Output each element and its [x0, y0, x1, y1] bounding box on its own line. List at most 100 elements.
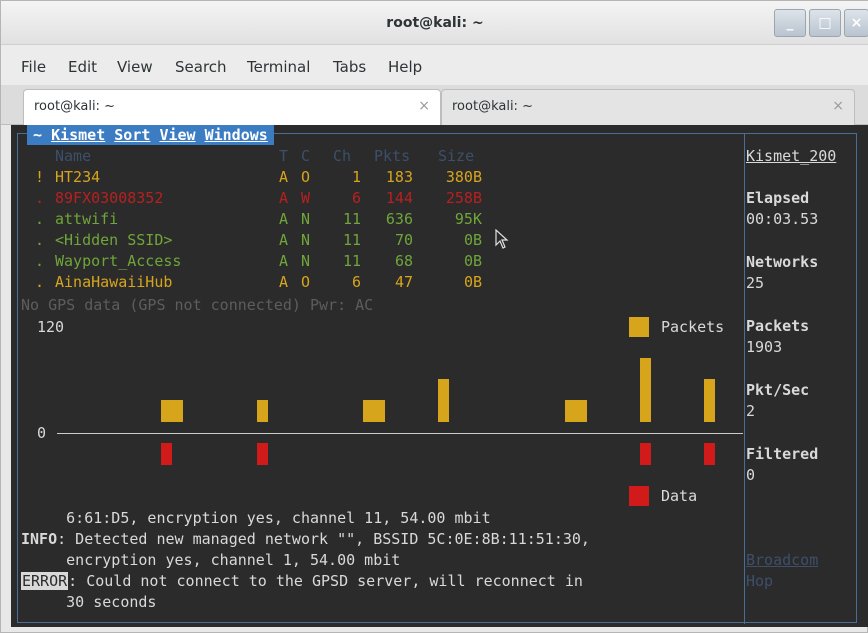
packets-label: Packets [746, 317, 810, 335]
pktsec-value: 2 [746, 402, 756, 420]
legend-data: Data [661, 487, 698, 505]
terminal-window: root@kali: ~ _ □ × File Edit View Search… [0, 0, 868, 633]
network-t: A [279, 252, 289, 270]
legend-data-swatch [629, 486, 649, 506]
packet-bar [161, 400, 183, 422]
menu-tabs[interactable]: Tabs [333, 58, 366, 76]
network-c: O [301, 168, 311, 186]
source-name: Broadcom [746, 551, 819, 569]
filtered-label: Filtered [746, 445, 819, 463]
log-line-4-text: : Could not connect to the GPSD server, … [68, 572, 583, 590]
menu-edit[interactable]: Edit [68, 58, 97, 76]
packet-bar [438, 379, 449, 422]
log-line-2-text: : Detected new managed network "", BSSID… [57, 530, 590, 548]
kismet-menu-view[interactable]: View [159, 126, 195, 144]
network-name: attwifi [55, 210, 119, 228]
col-c: C [301, 147, 311, 165]
log-line-5: 30 seconds [21, 593, 157, 611]
networks-label: Networks [746, 253, 819, 271]
tab-bar: root@kali: ~ × root@kali: ~ × [1, 85, 868, 126]
legend-packets: Packets [661, 318, 725, 336]
network-pkts: 636 [385, 210, 413, 228]
menu-terminal[interactable]: Terminal [247, 58, 310, 76]
network-flag: . [35, 231, 45, 249]
network-c: N [301, 231, 311, 249]
network-flag: . [35, 210, 45, 228]
network-pkts: 70 [394, 231, 413, 249]
network-name: 89FX03008352 [55, 189, 164, 207]
network-pkts: 183 [385, 168, 413, 186]
network-flag: . [35, 189, 45, 207]
network-ch: 6 [351, 189, 361, 207]
minimize-button[interactable]: _ [774, 9, 806, 37]
title-bar[interactable]: root@kali: ~ _ □ × [1, 1, 868, 45]
networks-value: 25 [746, 274, 765, 292]
gps-status: No GPS data (GPS not connected) Pwr: AC [21, 296, 374, 314]
info-tag: INFO [21, 530, 58, 548]
network-c: N [301, 210, 311, 228]
close-button[interactable]: × [844, 9, 868, 37]
packet-bar [257, 400, 268, 422]
network-name: <Hidden SSID> [55, 231, 173, 249]
pktsec-label: Pkt/Sec [746, 381, 810, 399]
menu-view[interactable]: View [117, 58, 153, 76]
menu-help[interactable]: Help [388, 58, 422, 76]
terminal-area[interactable]: ~ Kismet Sort View Windows Name T C Ch P… [11, 125, 868, 627]
col-ch: Ch [333, 147, 352, 165]
network-flag: ! [35, 168, 45, 186]
network-pkts: 47 [394, 273, 413, 291]
network-ch: 1 [351, 168, 361, 186]
menu-search[interactable]: Search [175, 58, 227, 76]
network-t: A [279, 168, 289, 186]
network-flag: . [35, 252, 45, 270]
col-name: Name [55, 147, 92, 165]
packet-bar [640, 358, 651, 422]
tab-2-label: root@kali: ~ [452, 99, 533, 114]
kismet-sidebar-divider [744, 134, 745, 624]
packets-value: 1903 [746, 338, 783, 356]
network-name: HT234 [55, 168, 101, 186]
network-c: O [301, 273, 311, 291]
source-state: Hop [746, 572, 774, 590]
network-t: A [279, 273, 289, 291]
network-t: A [279, 231, 289, 249]
data-bar [161, 443, 172, 465]
network-size: 0B [463, 273, 482, 291]
filtered-value: 0 [746, 466, 756, 484]
packet-bar [565, 400, 587, 422]
kismet-menu-kismet[interactable]: Kismet [51, 126, 105, 144]
tab-1[interactable]: root@kali: ~ × [23, 89, 441, 126]
network-pkts: 144 [385, 189, 413, 207]
log-line-2: INFO: Detected new managed network "", B… [21, 529, 590, 549]
maximize-button[interactable]: □ [809, 9, 841, 37]
elapsed-label: Elapsed [746, 189, 810, 207]
window-title: root@kali: ~ [386, 15, 484, 31]
col-pkts: Pkts [374, 147, 411, 165]
legend-packets-swatch [629, 317, 649, 337]
network-name: AinaHawaiiHub [55, 273, 173, 291]
network-ch: 11 [342, 231, 361, 249]
tab-2-close-icon[interactable]: × [832, 98, 844, 114]
graph-y-min: 0 [37, 424, 47, 442]
network-name: Wayport_Access [55, 252, 182, 270]
network-t: A [279, 189, 289, 207]
error-tag: ERROR [21, 572, 69, 590]
mouse-cursor-icon [495, 229, 509, 249]
kismet-menu-prefix: ~ [33, 126, 43, 144]
packet-bar [363, 400, 385, 422]
log-line-1: 6:61:D5, encryption yes, channel 11, 54.… [21, 509, 491, 527]
tab-2[interactable]: root@kali: ~ × [441, 89, 855, 125]
kismet-menu-windows[interactable]: Windows [205, 126, 268, 144]
graph-y-max: 120 [37, 318, 65, 336]
kismet-menu-sort[interactable]: Sort [114, 126, 150, 144]
network-pkts: 68 [394, 252, 413, 270]
data-bar [640, 443, 651, 465]
menu-file[interactable]: File [21, 58, 46, 76]
network-size: 380B [445, 168, 482, 186]
menu-bar: File Edit View Search Terminal Tabs Help [1, 45, 868, 85]
data-bar [704, 443, 715, 465]
tab-1-close-icon[interactable]: × [418, 98, 430, 114]
sidebar-title: Kismet_200 [746, 147, 837, 165]
graph-baseline [57, 433, 743, 434]
elapsed-value: 00:03.53 [746, 210, 819, 228]
